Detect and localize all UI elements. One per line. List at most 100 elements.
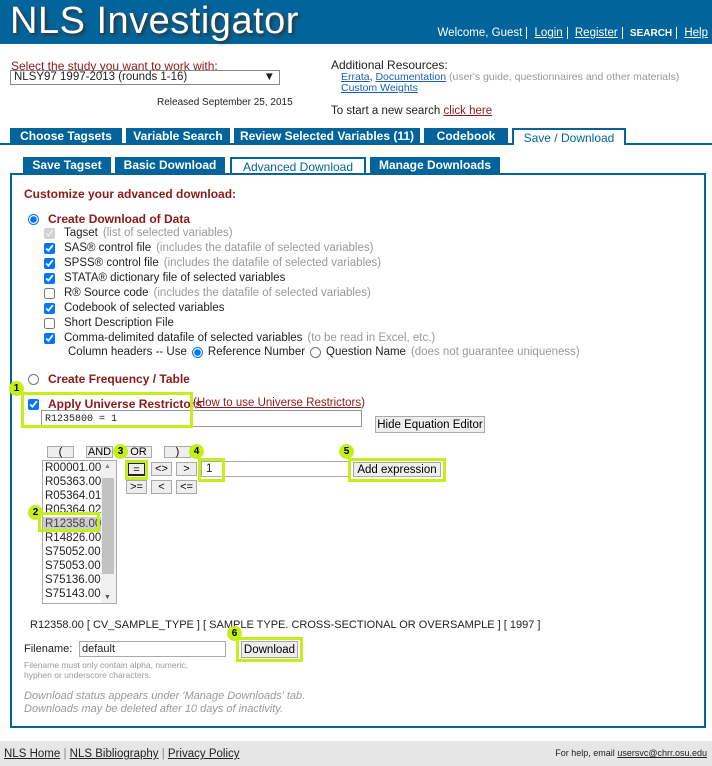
hide-equation-editor-button[interactable]: Hide Equation Editor — [375, 416, 485, 433]
highlight-box — [348, 458, 446, 482]
tab-variable-search[interactable]: Variable Search — [126, 128, 230, 144]
download-option: R® Source code (includes the datafile of … — [44, 287, 371, 299]
step-badge: 5 — [339, 444, 354, 459]
and-button[interactable]: AND — [86, 446, 113, 458]
variable-option[interactable]: S75136.00 — [43, 573, 101, 587]
option-note: (includes the datafile of selected varia… — [163, 257, 382, 269]
tab-save-download[interactable]: Save / Download — [512, 128, 626, 145]
download-status-note: Download status appears under 'Manage Do… — [24, 690, 306, 702]
question-name-note: (does not guarantee uniqueness) — [410, 346, 580, 358]
click-here-link[interactable]: click here — [444, 105, 493, 117]
question-name-label: Question Name — [326, 346, 406, 358]
tab-review-selected[interactable]: Review Selected Variables (11) — [234, 128, 420, 144]
footer-link-nls-home[interactable]: NLS Home — [4, 748, 60, 760]
doc-note: (user's guide, questionnaires and other … — [448, 71, 680, 83]
download-option: Tagset (list of selected variables) — [44, 227, 233, 239]
step-badge: 4 — [189, 444, 204, 459]
dropdown-arrow-icon: ▼ — [263, 71, 275, 83]
column-headers-label: Column headers -- Use — [68, 346, 187, 358]
option-checkbox[interactable] — [44, 332, 55, 344]
top-nav: Welcome, Guest Login Register SEARCH Hel… — [438, 27, 708, 39]
header-bar: NLS Investigator Welcome, Guest Login Re… — [0, 0, 712, 44]
or-button[interactable]: OR — [125, 446, 152, 458]
variable-description: R12358.00 [ CV_SAMPLE_TYPE ] [ SAMPLE TY… — [30, 619, 541, 631]
step-badge: 2 — [28, 505, 43, 520]
subtab-basic-download[interactable]: Basic Download — [115, 157, 225, 173]
download-option: SAS® control file (includes the datafile … — [44, 242, 373, 254]
study-select[interactable]: NLSY97 1997-2013 (rounds 1-16) ▼ — [10, 70, 280, 85]
less-than-button[interactable]: < — [151, 480, 172, 494]
footer-link-bibliography[interactable]: NLS Bibliography — [70, 748, 159, 760]
highlight-box — [198, 458, 225, 482]
create-download-radio[interactable] — [28, 213, 39, 225]
option-checkbox[interactable] — [44, 227, 55, 239]
app-logo: NLS Investigator — [10, 0, 299, 42]
variable-option[interactable]: R14826.00 — [43, 531, 101, 545]
not-equal-button[interactable]: <> — [151, 462, 172, 476]
variable-option[interactable]: S75053.00 — [43, 559, 101, 573]
study-selected-value: NLSY97 1997-2013 (rounds 1-16) — [14, 71, 188, 83]
create-frequency-radio[interactable] — [28, 373, 39, 385]
scrollbar-thumb[interactable] — [102, 478, 114, 574]
scroll-down-icon[interactable]: ▼ — [104, 594, 111, 601]
help-link[interactable]: Help — [684, 27, 708, 39]
option-label: SAS® control file — [64, 242, 152, 254]
less-equal-button[interactable]: <= — [176, 480, 197, 494]
option-checkbox[interactable] — [44, 317, 55, 329]
login-link[interactable]: Login — [535, 27, 563, 39]
download-option: Short Description File — [44, 317, 179, 329]
option-checkbox[interactable] — [44, 272, 55, 284]
help-text: For help, email — [555, 748, 615, 758]
option-checkbox[interactable] — [44, 287, 55, 299]
option-checkbox[interactable] — [44, 257, 55, 269]
option-note: (includes the datafile of selected varia… — [156, 242, 374, 254]
scroll-up-icon[interactable]: ▲ — [104, 463, 111, 470]
option-checkbox[interactable] — [44, 302, 55, 314]
tab-codebook[interactable]: Codebook — [424, 128, 508, 144]
step-badge: 3 — [113, 444, 128, 459]
open-paren-button[interactable]: ( — [47, 446, 74, 458]
filename-input[interactable]: default — [79, 641, 226, 657]
greater-than-button[interactable]: > — [176, 462, 197, 476]
variable-option[interactable]: R05364.01 — [43, 489, 101, 503]
welcome-text: Welcome, Guest — [437, 27, 523, 39]
subtab-save-tagset[interactable]: Save Tagset — [23, 157, 111, 173]
how-to-restrictors-link[interactable]: How to use Universe Restrictors — [197, 397, 361, 409]
variable-listbox[interactable]: R00001.00 R05363.00 R05364.01 R05364.02 R123… — [42, 460, 117, 604]
search-link[interactable]: SEARCH — [630, 28, 672, 39]
filename-label: Filename: — [24, 643, 73, 655]
download-option: STATA® dictionary file of selected varia… — [44, 272, 290, 284]
variable-option[interactable]: S75052.00 — [43, 545, 101, 559]
option-note: (list of selected variables) — [102, 227, 233, 239]
download-option: SPSS® control file (includes the datafile… — [44, 257, 381, 269]
subtab-manage-downloads[interactable]: Manage Downloads — [370, 157, 500, 173]
option-label: Tagset — [64, 227, 98, 239]
tab-choose-tagsets[interactable]: Choose Tagsets — [10, 128, 122, 144]
option-note: (to be read in Excel, etc.) — [307, 332, 436, 344]
help-email-link[interactable]: usersvc@chrr.osu.edu — [617, 748, 707, 758]
variable-option[interactable]: R05363.00 — [43, 475, 101, 489]
create-frequency-label: Create Frequency / Table — [48, 372, 190, 386]
highlight-box — [125, 460, 148, 480]
listbox-scrollbar[interactable]: ▲ ▼ — [101, 461, 116, 603]
filename-note: Filename must only contain alpha, numeri… — [24, 660, 188, 670]
question-name-radio[interactable] — [310, 346, 322, 358]
close-paren-button[interactable]: ) — [164, 446, 191, 458]
custom-weights-link[interactable]: Custom Weights — [341, 82, 418, 94]
variable-option[interactable]: S75143.00 — [43, 587, 101, 601]
download-option: Codebook of selected variables — [44, 302, 229, 314]
register-link[interactable]: Register — [575, 27, 618, 39]
footer-link-privacy[interactable]: Privacy Policy — [168, 748, 240, 760]
greater-equal-button[interactable]: >= — [126, 480, 147, 494]
option-label: Codebook of selected variables — [64, 302, 225, 314]
option-note: (includes the datafile of selected varia… — [153, 287, 371, 299]
variable-option[interactable]: R00001.00 — [43, 461, 101, 475]
highlight-box — [236, 637, 303, 662]
reference-number-label: Reference Number — [207, 346, 306, 358]
panel-heading: Customize your advanced download: — [24, 187, 237, 201]
highlight-box — [38, 512, 100, 532]
new-search-text: To start a new search — [331, 105, 441, 117]
reference-number-radio[interactable] — [191, 346, 203, 358]
option-checkbox[interactable] — [44, 242, 55, 254]
option-label: Comma-delimited datafile of selected var… — [64, 332, 303, 344]
